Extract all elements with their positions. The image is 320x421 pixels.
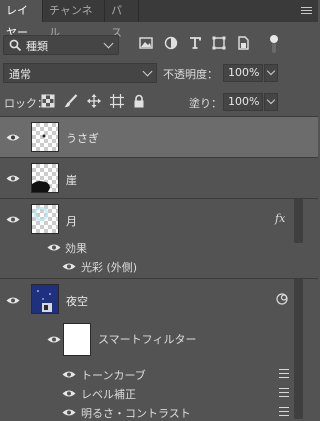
cliff-thumbnail-art <box>32 181 50 192</box>
tab-paths[interactable]: パス <box>105 0 139 39</box>
filter-item[interactable]: 明るさ・コントラスト <box>81 405 191 421</box>
filter-visibility-eye-icon[interactable] <box>62 389 76 398</box>
smart-filter-mask-thumbnail[interactable] <box>63 323 91 356</box>
fill-dropdown[interactable] <box>264 93 278 111</box>
fill-label: 塗り： <box>189 97 222 110</box>
chevron-down-icon <box>266 66 276 76</box>
chevron-down-icon <box>103 38 114 49</box>
layer-thumbnail[interactable] <box>31 204 59 234</box>
fx-icon[interactable]: fx <box>275 212 285 225</box>
scrollbar-track[interactable] <box>294 279 303 419</box>
layer-thumbnail[interactable] <box>31 122 59 152</box>
moon-thumbnail-art <box>33 206 49 222</box>
opacity-label: 不透明度： <box>163 68 218 81</box>
chevron-down-icon <box>142 66 153 77</box>
layer-name[interactable]: うさぎ <box>66 130 99 146</box>
effect-outer-glow[interactable]: 光彩 (外側) <box>81 259 137 275</box>
filter-visibility-eye-icon[interactable] <box>62 370 76 379</box>
opacity-dropdown[interactable] <box>264 64 278 82</box>
smart-filter-visibility-eye-icon[interactable] <box>47 335 61 344</box>
visibility-eye-icon[interactable] <box>6 296 20 305</box>
lock-all-icon[interactable] <box>132 94 146 108</box>
blend-mode-value: 通常 <box>9 68 31 81</box>
outer-glow-visibility-eye-icon[interactable] <box>62 262 76 271</box>
smart-filter-label[interactable]: スマートフィルター <box>98 331 196 347</box>
panel-menu-icon[interactable] <box>301 7 312 15</box>
smart-filter-indicator-icon <box>276 293 288 305</box>
filter-type-select[interactable]: 種類 <box>3 35 119 55</box>
effects-label[interactable]: 効果 <box>65 240 87 256</box>
layer-thumbnail[interactable] <box>31 163 59 193</box>
layer-thumbnail[interactable] <box>31 284 59 314</box>
fill-input[interactable]: 100% <box>223 93 263 111</box>
adjustment-layer-filter-icon[interactable] <box>164 36 178 50</box>
pixel-layer-filter-icon[interactable] <box>139 36 153 50</box>
lock-position-move-icon[interactable] <box>87 94 101 108</box>
layers-list: うさぎ 崖 月 fx 効果 光彩 (外側) 夜空 スマートフィルター トーンカー… <box>0 116 318 421</box>
scrollbar-track[interactable] <box>294 199 303 243</box>
opacity-input[interactable]: 100% <box>223 64 263 82</box>
chevron-down-icon <box>266 95 276 105</box>
layer-name[interactable]: 崖 <box>66 172 77 188</box>
layer-row-tsuki[interactable]: 月 fx 効果 光彩 (外側) <box>0 199 318 279</box>
tab-bar: レイヤー チャンネル パス <box>0 0 318 39</box>
layers-panel: レイヤー チャンネル パス 種類 通常 不透明度： 100% ロック： 塗り： … <box>0 0 318 421</box>
filter-visibility-eye-icon[interactable] <box>62 408 76 417</box>
layer-name[interactable]: 夜空 <box>66 293 88 309</box>
filter-item[interactable]: トーンカーブ <box>81 367 146 383</box>
layer-row-yozora[interactable]: 夜空 スマートフィルター トーンカーブ レベル補正 明るさ・コントラスト <box>0 279 318 421</box>
filter-blending-options-icon[interactable] <box>279 388 289 397</box>
visibility-eye-icon[interactable] <box>6 174 20 183</box>
rabbit-thumbnail-art <box>42 134 46 138</box>
layer-name[interactable]: 月 <box>66 213 77 229</box>
layer-row-usagi[interactable]: うさぎ <box>0 117 318 158</box>
lock-transparent-pixels-icon[interactable] <box>41 94 55 108</box>
shape-layer-filter-icon[interactable] <box>212 36 226 50</box>
filter-blending-options-icon[interactable] <box>279 369 289 378</box>
visibility-eye-icon[interactable] <box>6 215 20 224</box>
filter-toggle-switch-icon[interactable] <box>269 34 279 54</box>
filter-blending-options-icon[interactable] <box>279 407 289 416</box>
night-sky-thumbnail-art <box>32 285 58 313</box>
visibility-eye-icon[interactable] <box>6 133 20 142</box>
tab-layers[interactable]: レイヤー <box>0 0 43 39</box>
layer-row-gake[interactable]: 崖 <box>0 158 318 199</box>
blend-mode-select[interactable]: 通常 <box>3 63 157 83</box>
prevent-auto-nesting-artboard-icon[interactable] <box>110 94 124 108</box>
smart-object-filter-icon[interactable] <box>236 36 250 50</box>
tab-channels[interactable]: チャンネル <box>43 0 105 39</box>
search-icon <box>9 39 22 52</box>
effects-visibility-eye-icon[interactable] <box>47 243 61 252</box>
filter-item[interactable]: レベル補正 <box>81 386 136 402</box>
lock-image-pixels-brush-icon[interactable] <box>64 94 78 108</box>
filter-kind-label: 種類 <box>26 40 48 53</box>
type-layer-filter-icon[interactable] <box>188 36 202 50</box>
